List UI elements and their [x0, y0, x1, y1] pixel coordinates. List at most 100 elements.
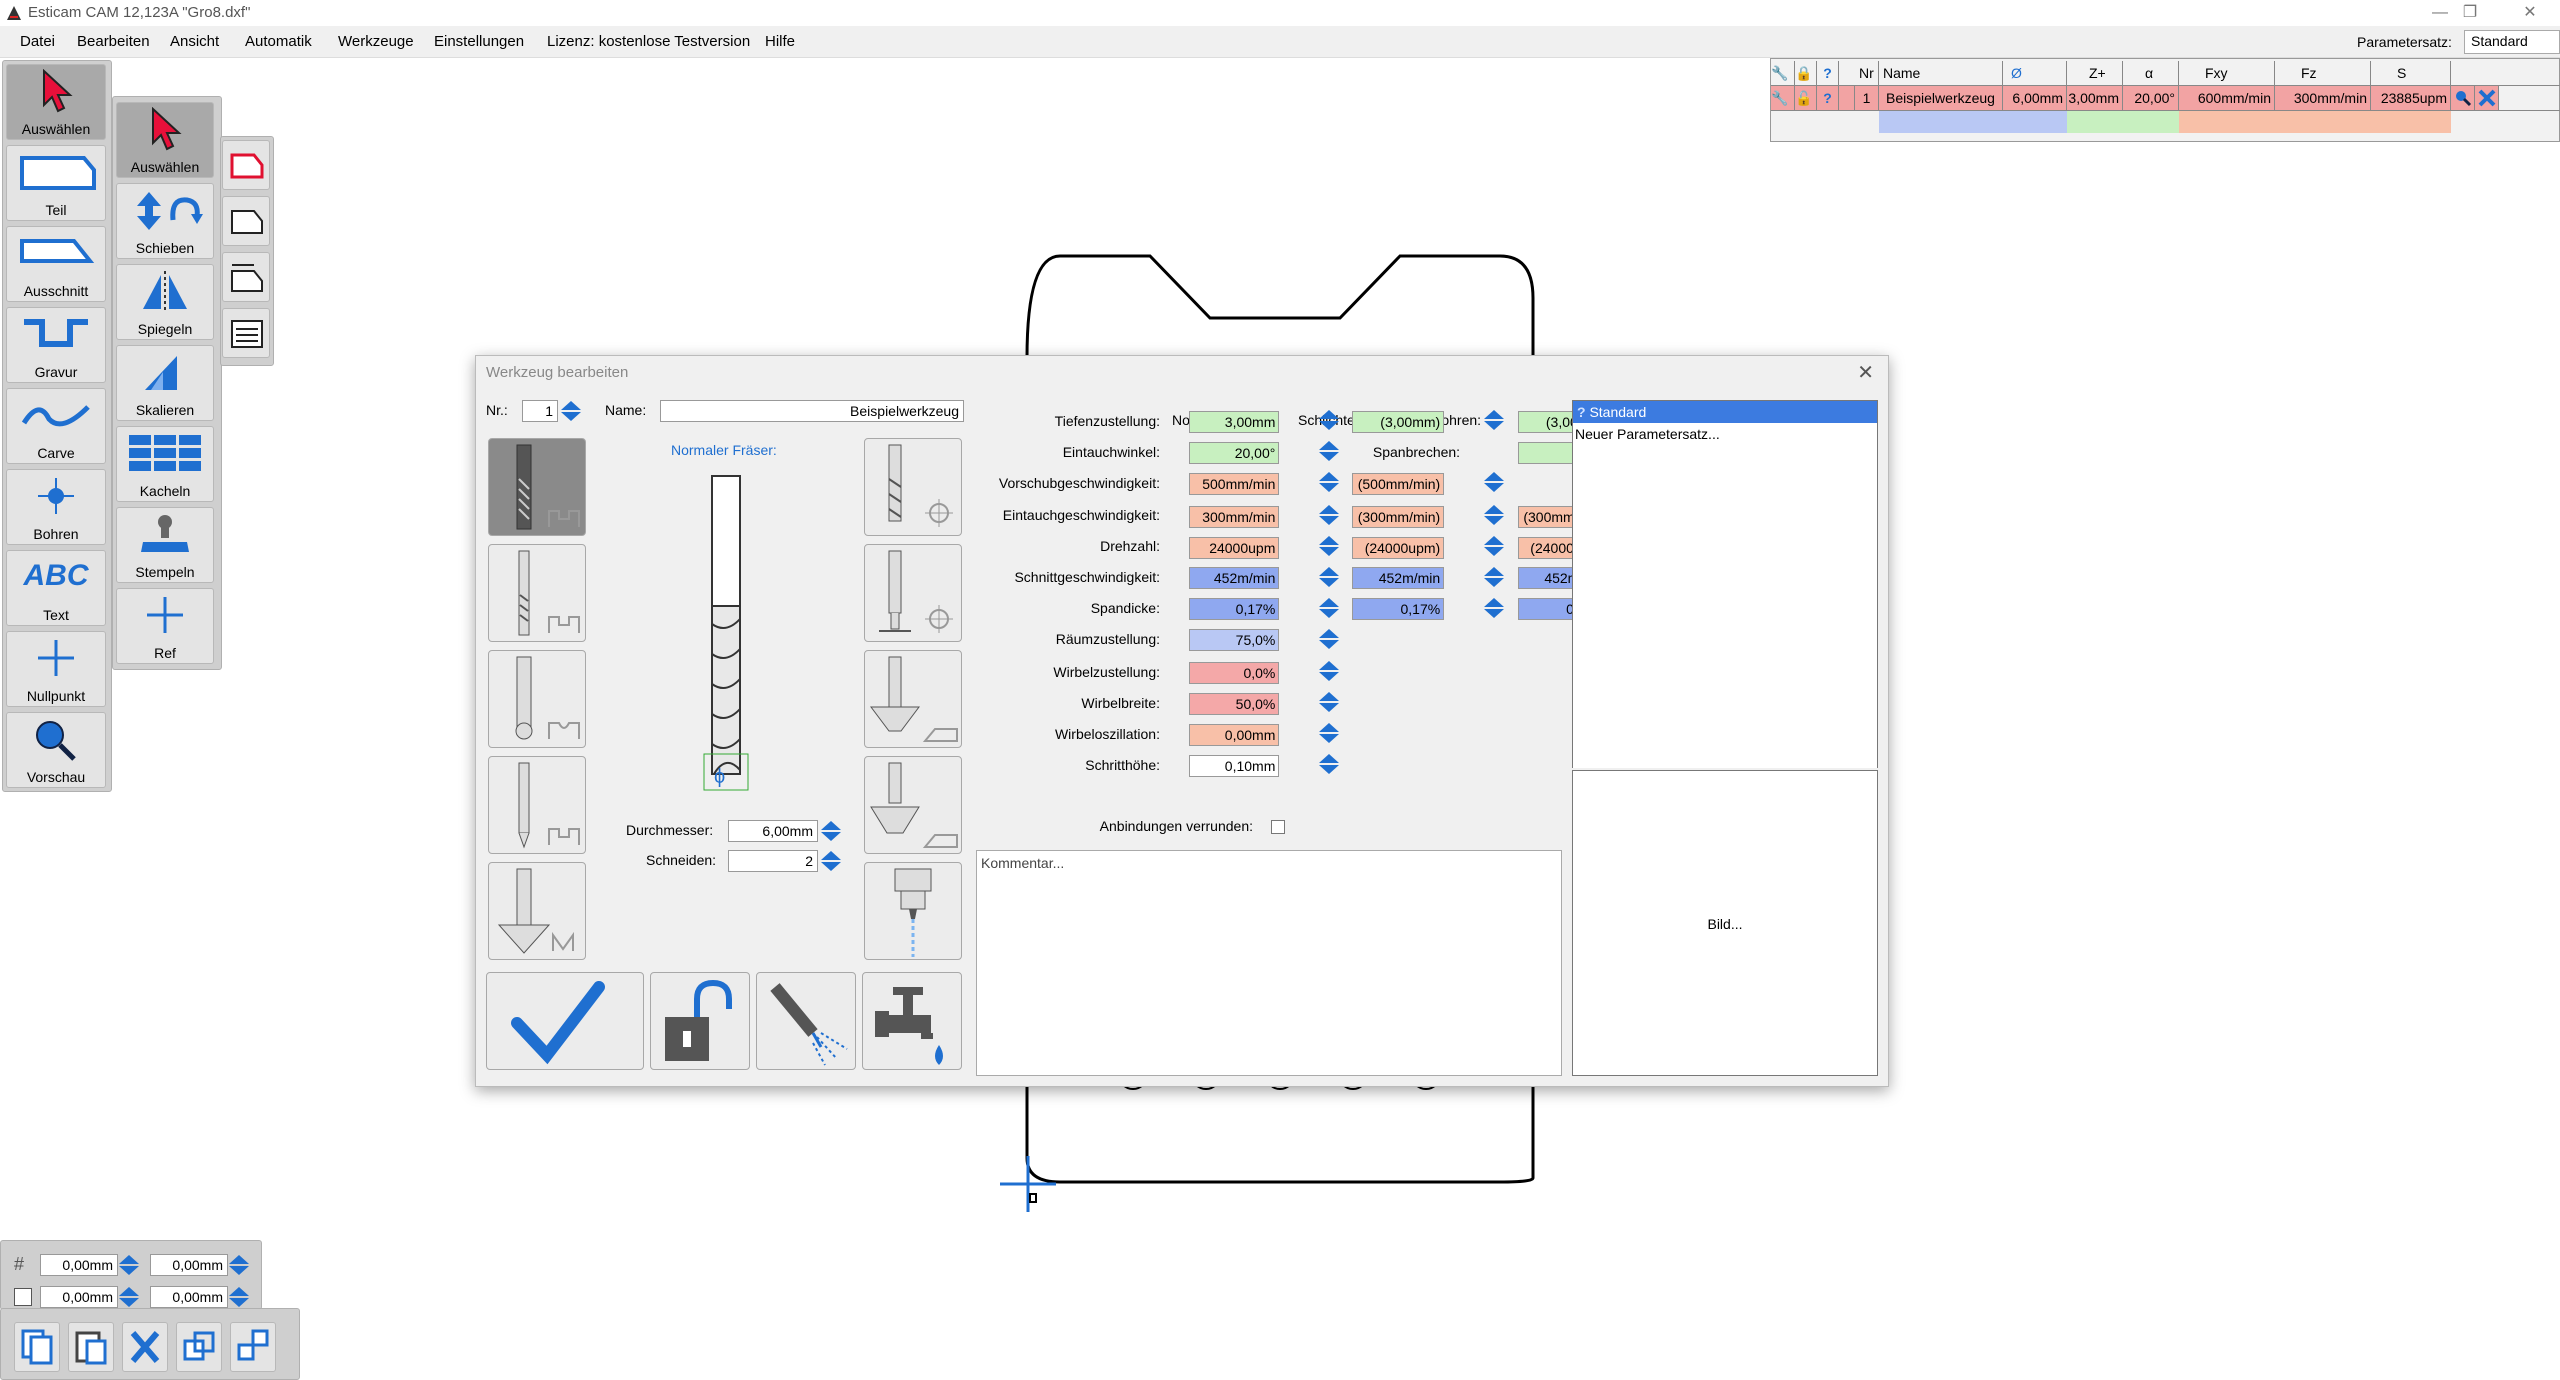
round-checkbox[interactable]	[1271, 820, 1285, 834]
param-normal-input[interactable]: 75,0%	[1189, 629, 1280, 652]
tool-zero-button[interactable]: Nullpunkt	[6, 631, 106, 707]
edit-tile-button[interactable]: Kacheln	[116, 426, 214, 502]
param-normal-spinner[interactable]	[1318, 409, 1340, 431]
menu-ansicht[interactable]: Ansicht	[170, 33, 219, 50]
row-lock-icon[interactable]: 🔓	[1795, 86, 1817, 110]
diameter-spinner[interactable]	[820, 820, 842, 842]
cell-feed-z[interactable]: 300mm/min	[2275, 86, 2371, 110]
param-finish-spinner[interactable]	[1483, 597, 1505, 619]
shape-outline-button[interactable]	[222, 196, 270, 246]
paramset-item-new[interactable]: Neuer Parametersatz...	[1573, 423, 1877, 445]
delete-button[interactable]	[122, 1322, 168, 1372]
param-normal-spinner[interactable]	[1318, 504, 1340, 526]
param-normal-input[interactable]: 0,17%	[1189, 598, 1280, 621]
edit-select-button[interactable]: Auswählen	[116, 102, 214, 178]
cell-speed[interactable]: 23885upm	[2371, 86, 2451, 110]
flutes-input[interactable]: 2	[728, 850, 818, 872]
param-finish-input[interactable]: (3,00mm)	[1352, 411, 1445, 433]
menu-automatik[interactable]: Automatik	[245, 33, 312, 50]
coolant-tap-button[interactable]	[862, 972, 962, 1070]
copy-button[interactable]	[14, 1322, 60, 1372]
param-normal-spinner[interactable]	[1318, 597, 1340, 619]
ungroup-button[interactable]	[230, 1322, 276, 1372]
param-normal-spinner[interactable]	[1318, 440, 1340, 462]
param-finish-input[interactable]: 452m/min	[1352, 567, 1445, 590]
tool-text-button[interactable]: ABC Text	[6, 550, 106, 626]
tool-preview-button[interactable]: Vorschau	[6, 712, 106, 788]
shape-list-button[interactable]	[222, 308, 270, 358]
menu-einstellungen[interactable]: Einstellungen	[434, 33, 524, 50]
tool-type-vbit[interactable]	[488, 862, 586, 960]
tool-part-button[interactable]: Teil	[6, 145, 106, 221]
tool-type-center-drill[interactable]	[864, 544, 962, 642]
param-finish-spinner[interactable]	[1483, 566, 1505, 588]
cell-diameter[interactable]: 6,00mm	[2003, 86, 2067, 110]
param-normal-input[interactable]: 3,00mm	[1189, 411, 1280, 433]
param-finish-spinner[interactable]	[1483, 471, 1505, 493]
tool-type-waterjet[interactable]	[864, 862, 962, 960]
cell-nr[interactable]: 1	[1855, 86, 1879, 110]
param-normal-spinner[interactable]	[1318, 753, 1340, 775]
shape-red-button[interactable]	[222, 140, 270, 190]
close-button[interactable]: ✕	[2500, 0, 2560, 26]
coord-x2-spinner[interactable]	[228, 1254, 250, 1276]
param-normal-input[interactable]: 0,10mm	[1189, 754, 1280, 777]
param-normal-spinner[interactable]	[1318, 535, 1340, 557]
wrench-icon[interactable]: 🔧	[1771, 61, 1795, 85]
image-box[interactable]: Bild...	[1572, 770, 1878, 1076]
param-normal-spinner[interactable]	[1318, 566, 1340, 588]
coord-x1-spinner[interactable]	[118, 1254, 140, 1276]
param-finish-spinner[interactable]	[1483, 409, 1505, 431]
coolant-spray-button[interactable]	[756, 972, 856, 1070]
paramset-select[interactable]: Standard	[2464, 30, 2560, 54]
coord-y1-input[interactable]: 0,00mm	[40, 1286, 118, 1308]
empty-row-diameter[interactable]	[2003, 111, 2067, 133]
cell-feed-xy[interactable]: 600mm/min	[2179, 86, 2275, 110]
menu-datei[interactable]: Datei	[20, 33, 55, 50]
group-button[interactable]	[176, 1322, 222, 1372]
maximize-button[interactable]: ❐	[2440, 0, 2500, 26]
param-finish-spinner[interactable]	[1483, 504, 1505, 526]
edit-scale-button[interactable]: Skalieren	[116, 345, 214, 421]
param-finish-input[interactable]: (500mm/min)	[1352, 472, 1445, 495]
param-finish-input[interactable]: (24000upm)	[1352, 536, 1445, 559]
cell-angle[interactable]: 20,00°	[2123, 86, 2179, 110]
edit-ref-button[interactable]: Ref	[116, 588, 214, 664]
coord-x1-input[interactable]: 0,00mm	[40, 1254, 118, 1276]
tool-engrave-button[interactable]: Gravur	[6, 307, 106, 383]
coord-y2-spinner[interactable]	[228, 1286, 250, 1308]
comment-textarea[interactable]: Kommentar...	[976, 850, 1562, 1076]
empty-row-name[interactable]	[1879, 111, 2003, 133]
dialog-close-button[interactable]: ✕	[1857, 360, 1874, 385]
edit-stamp-button[interactable]: Stempeln	[116, 507, 214, 583]
tool-cutout-button[interactable]: Ausschnitt	[6, 226, 106, 302]
delete-icon[interactable]	[2475, 86, 2499, 110]
param-normal-spinner[interactable]	[1318, 628, 1340, 650]
paste-button[interactable]	[68, 1322, 114, 1372]
help-icon[interactable]: ?	[1817, 61, 1839, 85]
tool-type-fine[interactable]	[488, 544, 586, 642]
param-normal-input[interactable]: 24000upm	[1189, 536, 1280, 559]
coord-y1-spinner[interactable]	[118, 1286, 140, 1308]
empty-row-feeds[interactable]	[2179, 111, 2451, 133]
edit-move-button[interactable]: Schieben	[116, 183, 214, 259]
coord-y2-input[interactable]: 0,00mm	[150, 1286, 228, 1308]
menu-werkzeuge[interactable]: Werkzeuge	[338, 33, 414, 50]
tool-select-button[interactable]: Auswählen	[6, 64, 106, 140]
param-normal-input[interactable]: 300mm/min	[1189, 505, 1280, 528]
param-finish-input[interactable]: (300mm/min)	[1352, 505, 1445, 528]
param-normal-spinner[interactable]	[1318, 660, 1340, 682]
param-normal-spinner[interactable]	[1318, 722, 1340, 744]
search-icon[interactable]	[2451, 86, 2475, 110]
paramset-item-standard[interactable]: ? Standard	[1573, 401, 1877, 423]
param-normal-input[interactable]: 50,0%	[1189, 692, 1280, 715]
param-finish-input[interactable]: 0,17%	[1352, 598, 1445, 621]
param-normal-input[interactable]: 500mm/min	[1189, 472, 1280, 495]
unlock-button[interactable]	[650, 972, 750, 1070]
ok-button[interactable]	[486, 972, 644, 1070]
row-help-icon[interactable]: ?	[1817, 86, 1839, 110]
lock-icon[interactable]: 🔒	[1795, 61, 1817, 85]
param-normal-spinner[interactable]	[1318, 471, 1340, 493]
tool-drill-button[interactable]: Bohren	[6, 469, 106, 545]
menu-hilfe[interactable]: Hilfe	[765, 33, 795, 50]
